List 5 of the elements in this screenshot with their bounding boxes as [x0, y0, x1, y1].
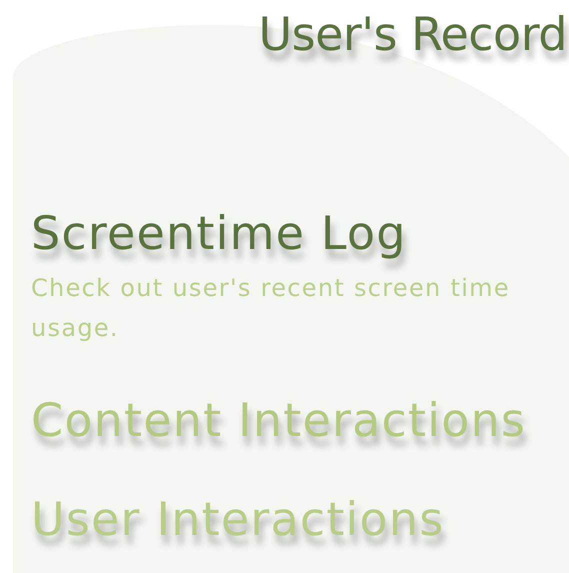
section-tab[interactable]: Content Interactions: [31, 394, 526, 447]
section-tab[interactable]: User Interactions: [31, 492, 444, 546]
page-title: User's Record: [258, 8, 567, 61]
section-tab[interactable]: Screentime Log: [31, 206, 407, 260]
section-description: Check out user's recent screen time usage.: [31, 272, 511, 344]
